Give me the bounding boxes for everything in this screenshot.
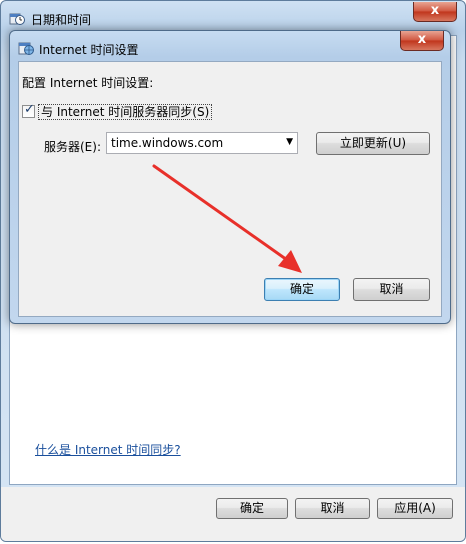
server-dropdown[interactable]: time.windows.com ▼ — [106, 132, 298, 154]
outer-cancel-button[interactable]: 取消 — [295, 498, 370, 519]
server-label: 服务器(E): — [44, 140, 101, 154]
clock-globe-icon — [18, 42, 34, 55]
update-now-button[interactable]: 立即更新(U) — [316, 132, 430, 155]
outer-footer: 确定 取消 应用(A) — [1, 487, 465, 541]
checkmark-icon: ✓ — [24, 102, 35, 117]
help-link[interactable]: 什么是 Internet 时间同步? — [35, 441, 181, 458]
outer-titlebar[interactable]: 日期和时间 x — [1, 1, 465, 33]
config-label: 配置 Internet 时间设置: — [22, 76, 154, 90]
sync-checkbox[interactable]: ✓ — [22, 102, 35, 118]
server-value: time.windows.com — [111, 136, 224, 150]
chevron-down-icon[interactable]: ▼ — [286, 137, 293, 147]
internet-time-settings-dialog: Internet 时间设置 x 配置 Internet 时间设置: ✓ 与 In… — [9, 30, 451, 324]
clock-calendar-icon — [9, 13, 25, 25]
dialog-ok-button[interactable]: 确定 — [264, 278, 340, 301]
dialog-title: Internet 时间设置 — [39, 43, 139, 57]
dialog-close-button[interactable]: x — [400, 31, 444, 51]
outer-ok-button[interactable]: 确定 — [216, 498, 288, 519]
outer-close-button[interactable]: x — [413, 2, 457, 22]
dialog-cancel-button[interactable]: 取消 — [353, 278, 430, 301]
outer-window-title: 日期和时间 — [31, 13, 92, 27]
sync-checkbox-label[interactable]: 与 Internet 时间服务器同步(S) — [38, 104, 213, 120]
outer-apply-button[interactable]: 应用(A) — [377, 498, 453, 519]
